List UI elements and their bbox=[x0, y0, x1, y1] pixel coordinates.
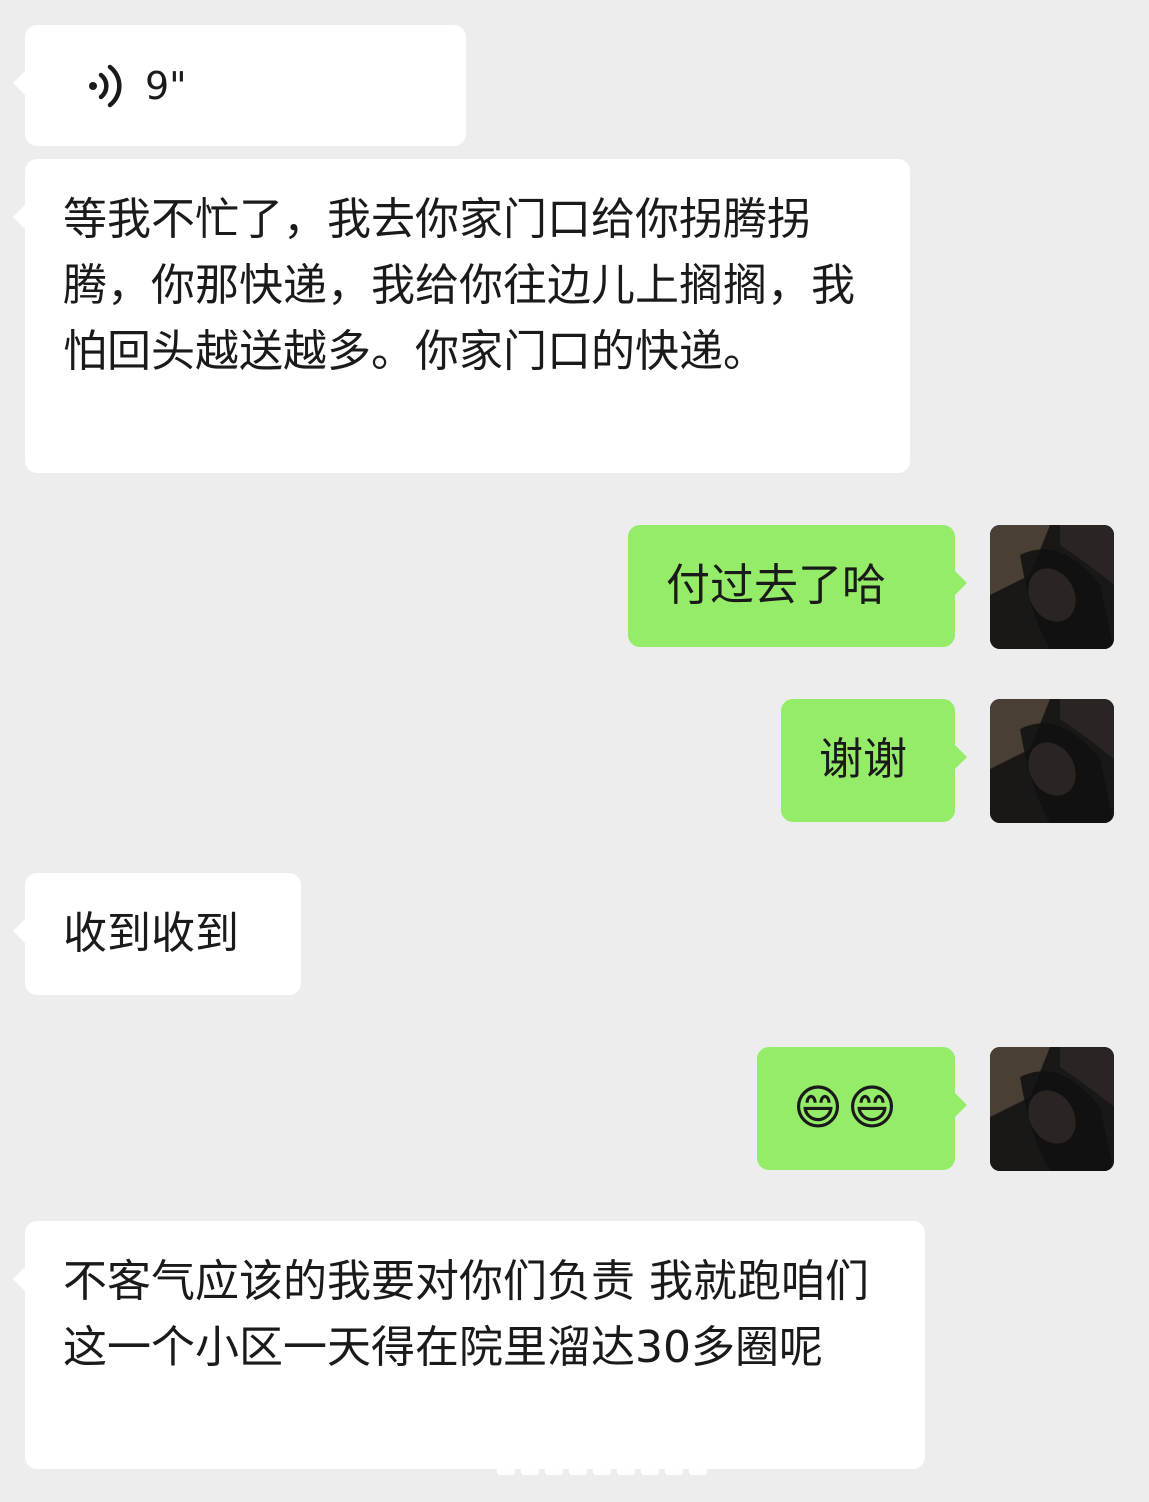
bubble-tail bbox=[13, 71, 25, 95]
bubble-tail bbox=[955, 1093, 967, 1117]
message-text: 谢谢 bbox=[819, 734, 907, 785]
bubble-tail bbox=[13, 1267, 25, 1291]
incoming-message-bubble[interactable]: 不客气应该的我要对你们负责 我就跑咱们这一个小区一天得在院里溜达30多圈呢 bbox=[13, 1221, 925, 1469]
message-text: 收到收到 bbox=[63, 908, 239, 959]
message-text: 等我不忙了，我去你家门口给你拐腾拐腾，你那快递，我给你往边儿上搁搁，我怕回头越送… bbox=[63, 194, 855, 377]
user-avatar[interactable] bbox=[990, 699, 1114, 823]
bubble-tail bbox=[955, 745, 967, 769]
outgoing-message-bubble[interactable]: 付过去了哈 bbox=[628, 525, 967, 647]
bubble-tail bbox=[13, 205, 25, 229]
avatar-image bbox=[990, 699, 1114, 823]
message-text: 不客气应该的我要对你们负责 我就跑咱们这一个小区一天得在院里溜达30多圈呢 bbox=[63, 1256, 869, 1373]
message-text: 付过去了哈 bbox=[666, 560, 886, 611]
incoming-message-bubble[interactable]: 等我不忙了，我去你家门口给你拐腾拐腾，你那快递，我给你往边儿上搁搁，我怕回头越送… bbox=[13, 159, 910, 473]
user-avatar[interactable] bbox=[990, 525, 1114, 649]
avatar-image bbox=[990, 525, 1114, 649]
grinning-emoji-icon: 😄 bbox=[793, 1080, 844, 1136]
user-avatar[interactable] bbox=[990, 1047, 1114, 1171]
grinning-emoji-icon: 😄 bbox=[847, 1080, 898, 1136]
bubble-tail bbox=[955, 571, 967, 595]
avatar-image bbox=[990, 1047, 1114, 1171]
outgoing-emoji-bubble[interactable]: 😄😄 bbox=[757, 1047, 967, 1170]
bubble-tail bbox=[13, 919, 25, 943]
voice-wave-icon bbox=[89, 64, 122, 107]
voice-duration: 9" bbox=[145, 63, 187, 108]
incoming-message-bubble[interactable]: 收到收到 bbox=[13, 873, 301, 995]
voice-message-content: 9" bbox=[25, 25, 466, 146]
watermark bbox=[497, 1457, 707, 1475]
outgoing-message-bubble[interactable]: 谢谢 bbox=[781, 699, 967, 822]
voice-message-bubble[interactable]: 9" bbox=[13, 25, 466, 146]
